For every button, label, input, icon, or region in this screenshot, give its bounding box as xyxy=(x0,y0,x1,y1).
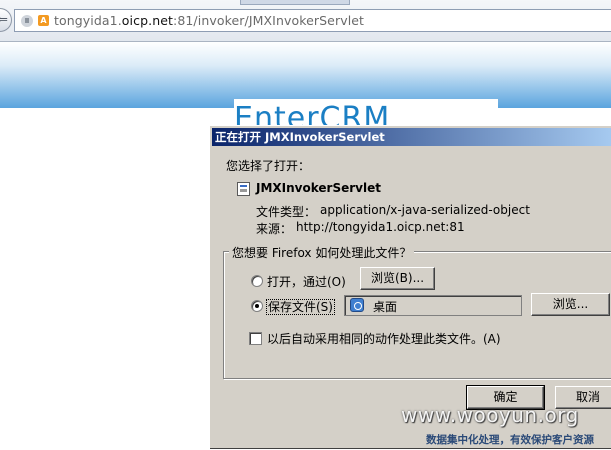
watermark-logo: www.wooyun.org xyxy=(401,403,579,427)
browse-folder-button[interactable]: 浏览... xyxy=(531,293,610,316)
back-arrow-icon: ⇐ xyxy=(0,12,8,28)
file-name: JMXInvokerServlet xyxy=(256,181,381,195)
download-dialog: 正在打开 JMXInvokerServlet 您选择了打开： JMXInvoke… xyxy=(209,125,611,450)
watermark-slogan: 数据集中化处理，有效保护客户资源 xyxy=(426,434,594,446)
url-host-prefix: tongyida1. xyxy=(54,13,122,28)
url-text[interactable]: tongyida1.oicp.net:81/invoker/JMXInvoker… xyxy=(54,13,364,28)
file-icon xyxy=(237,182,250,196)
browse-app-button[interactable]: 浏览(B)... xyxy=(360,267,435,290)
back-button[interactable]: ⇐ xyxy=(0,8,12,32)
identity-icon[interactable] xyxy=(21,14,33,27)
url-bar[interactable]: A tongyida1.oicp.net:81/invoker/JMXInvok… xyxy=(14,9,611,32)
auto-action-label[interactable]: 以后自动采用相同的动作处理此类文件。(A) xyxy=(267,330,501,347)
auto-action-checkbox[interactable] xyxy=(249,332,262,345)
action-group-title: 您想要 Firefox 如何处理此文件？ xyxy=(229,244,415,261)
save-file-radio[interactable] xyxy=(251,300,263,312)
save-file-label[interactable]: 保存文件(S) xyxy=(266,298,335,315)
save-folder-field[interactable]: 桌面 xyxy=(344,295,522,316)
source-value: http://tongyida1.oicp.net:81 xyxy=(296,220,465,234)
file-type-value: application/x-java-serialized-object xyxy=(320,203,530,217)
open-with-label[interactable]: 打开，通过(O) xyxy=(267,273,346,290)
dialog-intro: 您选择了打开： xyxy=(226,159,311,173)
url-host-main: oicp.net xyxy=(121,13,174,28)
desktop-folder-icon xyxy=(350,298,364,312)
url-path: :81/invoker/JMXInvokerServlet xyxy=(173,13,365,28)
save-folder-name: 桌面 xyxy=(373,300,398,314)
file-type-label: 文件类型： xyxy=(256,205,317,219)
browser-toolbar: ⇐ A tongyida1.oicp.net:81/invoker/JMXInv… xyxy=(0,0,611,42)
browser-tab[interactable] xyxy=(240,0,350,5)
source-label: 来源： xyxy=(256,222,293,236)
dialog-title: 正在打开 JMXInvokerServlet xyxy=(212,128,611,146)
site-favicon-icon: A xyxy=(38,15,49,26)
save-file-text: 保存文件(S) xyxy=(266,299,335,315)
open-with-radio[interactable] xyxy=(251,275,263,287)
